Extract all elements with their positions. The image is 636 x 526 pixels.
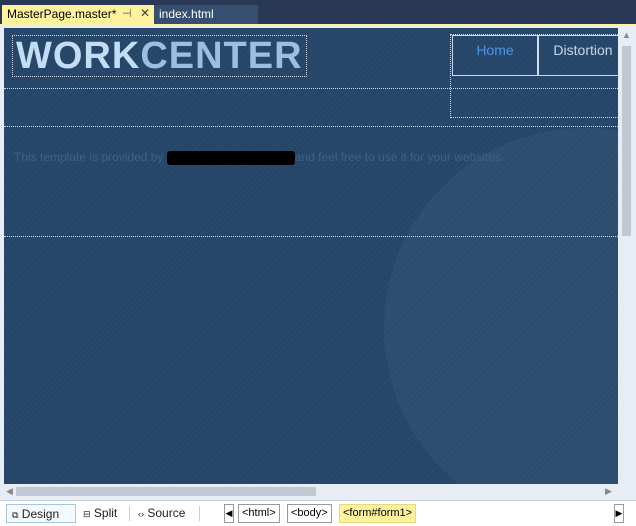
design-view-button[interactable]: ⧉ Design xyxy=(6,504,76,523)
intro-after: and feel free to use it for your website… xyxy=(294,150,505,164)
document-tab-bar: MasterPage.master* ⊣ ✕ index.html xyxy=(0,0,636,26)
tab-label: index.html xyxy=(159,7,214,21)
scroll-up-icon[interactable]: ▲ xyxy=(622,30,631,40)
vertical-scrollbar[interactable]: ▲ xyxy=(619,28,634,484)
label: Source xyxy=(147,506,186,520)
intro-text: This template is provided by and feel fr… xyxy=(14,150,504,165)
scroll-right-icon[interactable]: ▶ xyxy=(605,486,612,497)
tab-index-html[interactable]: index.html xyxy=(154,5,258,24)
menu-item-home[interactable]: Home xyxy=(452,35,538,76)
label: Split xyxy=(93,506,118,520)
source-icon: ‹› xyxy=(138,509,144,519)
horizontal-scrollbar[interactable]: ◀ ▶ xyxy=(4,485,618,498)
vertical-scroll-thumb[interactable] xyxy=(622,46,631,236)
design-icon: ⧉ xyxy=(12,510,19,520)
source-view-button[interactable]: ‹› Source xyxy=(133,504,190,523)
breadcrumb-left-button[interactable]: ◀ xyxy=(224,504,234,523)
breadcrumb-html[interactable]: <html> xyxy=(238,504,280,523)
logo-work: WORK xyxy=(16,35,141,77)
tab-masterpage[interactable]: MasterPage.master* ⊣ ✕ xyxy=(2,5,154,24)
close-icon[interactable]: ✕ xyxy=(140,6,150,20)
pin-icon[interactable]: ⊣ xyxy=(122,7,132,20)
design-surface[interactable]: WORKCENTER Home Distortion This template… xyxy=(4,28,618,484)
view-bar: ⧉ Design ⊟ Split ‹› Source ◀ <html> <bod… xyxy=(0,500,636,526)
tab-label: MasterPage.master* xyxy=(7,7,117,21)
redacted-link xyxy=(166,150,295,165)
menu-item-distortion[interactable]: Distortion xyxy=(538,35,618,76)
scroll-left-icon[interactable]: ◀ xyxy=(6,486,13,497)
breadcrumb-form[interactable]: <form#form1> xyxy=(339,504,417,523)
separator xyxy=(129,506,130,521)
divider xyxy=(4,236,618,237)
globe-background xyxy=(384,128,618,484)
site-logo: WORKCENTER xyxy=(12,35,307,77)
split-icon: ⊟ xyxy=(83,509,91,519)
breadcrumb-right-button[interactable]: ▶ xyxy=(614,504,624,523)
divider xyxy=(4,126,618,127)
intro-before: This template is provided by xyxy=(14,150,167,164)
horizontal-scroll-thumb[interactable] xyxy=(16,487,316,496)
separator xyxy=(199,506,200,521)
label: Design xyxy=(21,507,60,521)
logo-center: CENTER xyxy=(140,35,303,77)
breadcrumb-body[interactable]: <body> xyxy=(287,504,332,523)
split-view-button[interactable]: ⊟ Split xyxy=(78,504,122,523)
